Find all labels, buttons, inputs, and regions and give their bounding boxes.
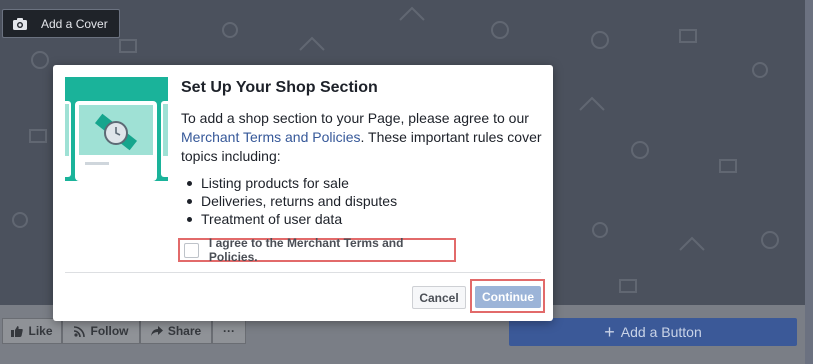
add-cover-button[interactable]: Add a Cover (2, 9, 120, 38)
dialog-intro-text: To add a shop section to your Page, plea… (181, 109, 543, 166)
share-button[interactable]: Share (140, 318, 212, 344)
agree-terms-highlight: I agree to the Merchant Terms and Polici… (178, 236, 456, 264)
thumbs-up-icon (11, 325, 24, 337)
merchant-terms-link[interactable]: Merchant Terms and Policies (181, 129, 360, 145)
agree-terms-label[interactable]: I agree to the Merchant Terms and Polici… (209, 236, 454, 264)
cancel-button[interactable]: Cancel (412, 286, 466, 309)
follow-button[interactable]: Follow (62, 318, 140, 344)
rss-follow-icon (73, 325, 85, 337)
add-cover-label: Add a Cover (41, 16, 108, 31)
camera-icon (13, 17, 27, 30)
dialog-title: Set Up Your Shop Section (181, 79, 378, 96)
add-a-button-button[interactable]: + Add a Button (509, 318, 797, 346)
add-a-button-label: Add a Button (620, 324, 702, 340)
follow-label: Follow (90, 324, 129, 338)
plus-icon: + (604, 322, 615, 342)
scrollbar-track[interactable] (805, 0, 813, 364)
intro-text-before-link: To add a shop section to your Page, plea… (181, 110, 529, 126)
continue-highlight: Continue (470, 279, 545, 313)
list-item: Deliveries, returns and disputes (186, 192, 397, 210)
agree-terms-checkbox[interactable] (184, 242, 199, 258)
footer-divider (65, 272, 541, 273)
more-options-button[interactable]: ··· (212, 318, 246, 344)
share-arrow-icon (150, 325, 163, 336)
topics-list: Listing products for sale Deliveries, re… (186, 174, 397, 228)
share-label: Share (167, 324, 202, 338)
list-item: Listing products for sale (186, 174, 397, 192)
product-cards-illustration (65, 101, 168, 181)
like-button[interactable]: Like (2, 318, 62, 344)
like-label: Like (28, 324, 53, 338)
more-options-label: ··· (223, 324, 235, 338)
shop-setup-dialog: Set Up Your Shop Section To add a shop s… (53, 65, 553, 321)
list-item: Treatment of user data (186, 210, 397, 228)
continue-button[interactable]: Continue (475, 286, 541, 308)
shop-illustration (65, 77, 168, 181)
